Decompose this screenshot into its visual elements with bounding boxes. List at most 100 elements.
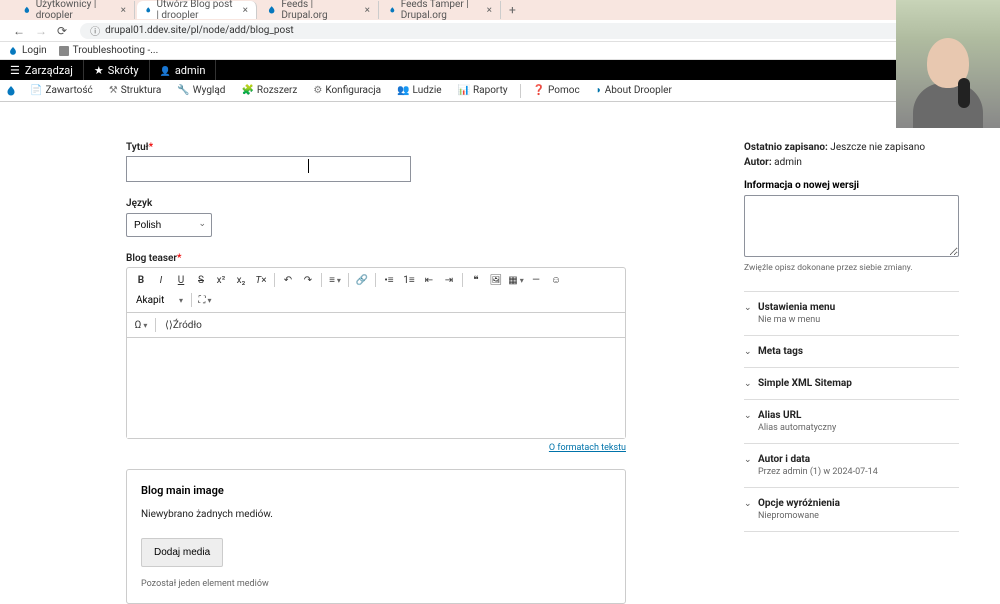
source-button[interactable]: ⟨⟩ Źródło <box>161 316 206 334</box>
admin-menu: 📄Zawartość ⚒Struktura 🔧Wygląd 🧩Rozszerz … <box>0 80 1000 102</box>
shortcuts-menu[interactable]: Skróty <box>84 60 150 80</box>
table-button[interactable]: ▦▾ <box>507 271 525 289</box>
close-icon[interactable]: × <box>243 5 248 16</box>
browser-nav: ← → ⟳ ⓘ drupal01.ddev.site/pl/node/add/b… <box>0 20 1000 42</box>
special-button[interactable]: Ω▾ <box>132 316 150 334</box>
menu-people[interactable]: 👥Ludzie <box>389 85 449 96</box>
italic-button[interactable]: I <box>152 271 170 289</box>
editor-content[interactable] <box>127 338 625 438</box>
menu-about-droopler[interactable]: ◗About Droopler <box>588 85 680 96</box>
hr-button[interactable]: — <box>527 271 545 289</box>
accordion-url-alias[interactable]: ⌄ Alias URL Alias automatyczny <box>744 400 959 444</box>
indent-button[interactable]: ⇥ <box>440 271 458 289</box>
menu-help[interactable]: ❓Pomoc <box>525 85 588 96</box>
chevron-down-icon: ⌄ <box>744 499 752 509</box>
revision-log-hint: Zwięźle opisz dokonane przez siebie zmia… <box>744 263 959 273</box>
outdent-button[interactable]: ⇤ <box>420 271 438 289</box>
bookmark-label: Troubleshooting -... <box>73 45 159 56</box>
teaser-label: Blog teaser* <box>126 253 626 264</box>
url-bar[interactable]: ⓘ drupal01.ddev.site/pl/node/add/blog_po… <box>80 23 992 39</box>
remove-format-button[interactable]: T× <box>252 271 270 289</box>
blockquote-button[interactable]: ❝ <box>467 271 485 289</box>
text-formats-link[interactable]: O formatach tekstu <box>126 443 626 453</box>
accordion-meta-tags[interactable]: ⌄ Meta tags <box>744 336 959 368</box>
puzzle-icon: 🧩 <box>241 85 253 96</box>
site-info-icon: ⓘ <box>90 23 100 38</box>
link-button[interactable]: 🔗 <box>353 271 371 289</box>
user-label: admin <box>175 64 206 77</box>
editor-toolbar-2: Ω▾ ⟨⟩ Źródło <box>127 313 625 338</box>
menu-structure[interactable]: ⚒Struktura <box>101 85 170 96</box>
drupal-icon <box>267 5 276 15</box>
title-input[interactable] <box>126 156 411 182</box>
number-list-button[interactable]: 1≡ <box>400 271 418 289</box>
underline-button[interactable]: U <box>172 271 190 289</box>
help-icon: ❓ <box>533 85 545 96</box>
accordion-promotion[interactable]: ⌄ Opcje wyróżnienia Niepromowane <box>744 488 959 532</box>
undo-button[interactable]: ↶ <box>279 271 297 289</box>
new-tab-button[interactable]: + <box>503 3 522 17</box>
people-icon: 👥 <box>397 85 409 96</box>
drupal-icon <box>8 46 18 56</box>
back-button[interactable]: ← <box>8 24 30 38</box>
superscript-button[interactable]: x² <box>212 271 230 289</box>
align-button[interactable]: ≡▾ <box>326 271 344 289</box>
close-icon[interactable]: × <box>487 5 492 16</box>
rich-text-editor: B I U S x² x₂ T× ↶ ↷ ≡▾ 🔗 •≡ 1≡ <box>126 267 626 439</box>
menu-config[interactable]: ⚙Konfiguracja <box>305 85 389 96</box>
tab-label: Utwórz Blog post | droopler <box>156 0 234 21</box>
menu-reports[interactable]: 📊Raporty <box>450 85 516 96</box>
language-select[interactable]: Polish <box>126 213 212 237</box>
menu-extend[interactable]: 🧩Rozszerz <box>233 85 305 96</box>
folder-icon <box>59 46 69 56</box>
menu-content[interactable]: 📄Zawartość <box>22 85 101 96</box>
bookmark-troubleshooting[interactable]: Troubleshooting -... <box>59 45 159 56</box>
drupal-home-icon[interactable] <box>0 85 22 97</box>
divider <box>520 84 521 98</box>
tab-create-blog[interactable]: Utwórz Blog post | droopler × <box>137 1 257 19</box>
shortcuts-label: Skróty <box>108 64 139 77</box>
sidebar-accordion: ⌄ Ustawienia menu Nie ma w menu ⌄ Meta t… <box>744 291 959 532</box>
tab-feeds-tamper[interactable]: Feeds Tamper | Drupal.org × <box>381 1 501 19</box>
content-area: Tytuł* Język Polish ⌄ Blog teaser* B I U… <box>0 102 1000 604</box>
main-column: Tytuł* Język Polish ⌄ Blog teaser* B I U… <box>126 142 626 604</box>
editor-toolbar: B I U S x² x₂ T× ↶ ↷ ≡▾ 🔗 •≡ 1≡ <box>127 268 625 313</box>
revision-log-input[interactable] <box>744 195 959 257</box>
last-saved: Ostatnio zapisano: Jeszcze nie zapisano <box>744 142 959 153</box>
manage-toggle[interactable]: Zarządzaj <box>0 60 84 80</box>
accordion-author-date[interactable]: ⌄ Autor i data Przez admin (1) w 2024-07… <box>744 444 959 488</box>
media-label: Blog main image <box>141 484 611 497</box>
file-icon: 📄 <box>30 85 42 96</box>
star-icon <box>94 64 108 77</box>
revision-log-label: Informacja o nowej wersji <box>744 180 959 191</box>
accordion-menu-settings[interactable]: ⌄ Ustawienia menu Nie ma w menu <box>744 292 959 336</box>
forward-button[interactable]: → <box>30 24 52 38</box>
author: Autor: admin <box>744 157 959 168</box>
strike-button[interactable]: S <box>192 271 210 289</box>
bold-button[interactable]: B <box>132 271 150 289</box>
special-char-button[interactable]: ☺ <box>547 271 565 289</box>
user-menu[interactable]: admin <box>150 60 217 80</box>
drupal-icon <box>23 5 31 15</box>
bullet-list-button[interactable]: •≡ <box>380 271 398 289</box>
title-field-group: Tytuł* <box>126 142 626 182</box>
chevron-down-icon: ⌄ <box>744 455 752 465</box>
subscript-button[interactable]: x₂ <box>232 271 250 289</box>
image-button[interactable]: 🖼 <box>487 271 505 289</box>
redo-button[interactable]: ↷ <box>299 271 317 289</box>
paragraph-format-select[interactable]: Akapit▾ <box>132 293 187 308</box>
close-icon[interactable]: × <box>121 5 126 16</box>
bookmark-label: Login <box>22 45 47 56</box>
reload-button[interactable]: ⟳ <box>52 24 72 38</box>
tab-feeds[interactable]: Feeds | Drupal.org × <box>259 1 379 19</box>
language-field-group: Język Polish ⌄ <box>126 198 626 237</box>
droopler-icon: ◗ <box>596 85 602 96</box>
bookmark-login[interactable]: Login <box>8 45 47 56</box>
close-icon[interactable]: × <box>365 5 370 16</box>
accordion-xml-sitemap[interactable]: ⌄ Simple XML Sitemap <box>744 368 959 400</box>
tab-label: Użytkownicy | droopler <box>36 0 113 21</box>
fullscreen-button[interactable]: ⛶▾ <box>196 291 214 309</box>
menu-appearance[interactable]: 🔧Wygląd <box>169 85 233 96</box>
tab-users[interactable]: Użytkownicy | droopler × <box>15 1 135 19</box>
title-label: Tytuł* <box>126 142 626 153</box>
